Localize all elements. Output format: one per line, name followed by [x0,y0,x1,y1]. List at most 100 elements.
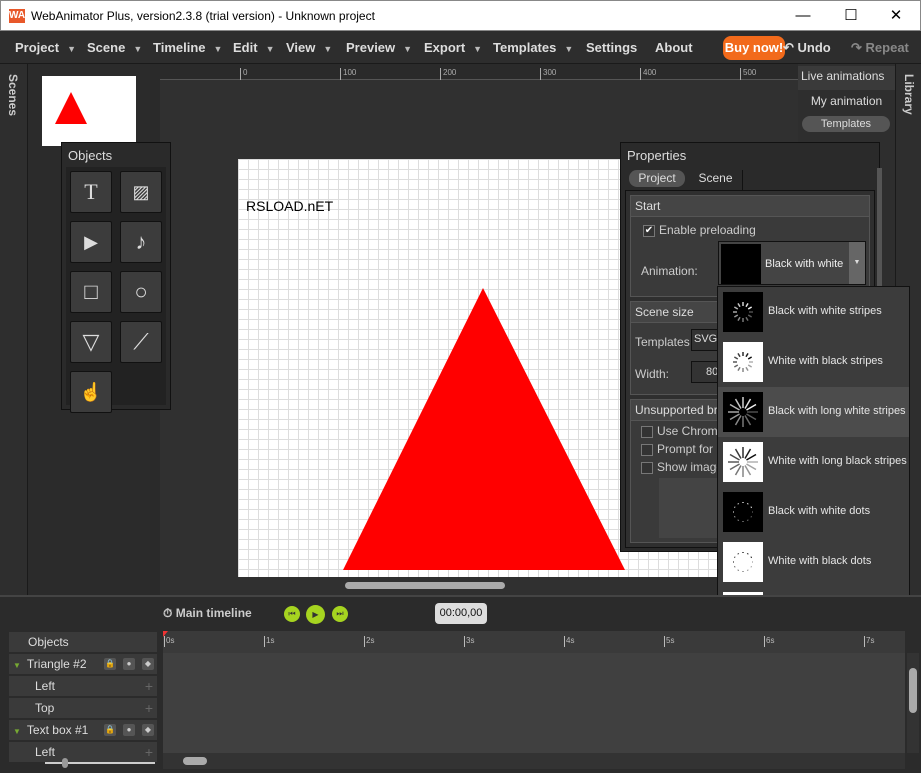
eye-icon[interactable]: ● [123,658,135,670]
templates-label: Templates [635,335,690,349]
image-tool-icon[interactable]: ▨ [120,171,162,213]
timeline-horizontal-scrollbar[interactable] [163,753,905,769]
main-timeline-label: ⏱ Main timeline [163,606,252,620]
keyframe-icon[interactable]: ◆ [142,658,154,670]
video-tool-icon[interactable]: ▶ [70,221,112,263]
menu-export[interactable]: Export ▼ [424,40,482,55]
timeline-vertical-scrollbar[interactable] [907,653,919,753]
chevron-down-icon[interactable]: ▼ [849,242,865,284]
objects-panel: Objects T ▨ ▶ ♪ □ ○ ▽ ⟋ ☝ [61,142,171,413]
lock-icon[interactable]: 🔒 [104,724,116,736]
scenes-label: Scenes [6,74,20,117]
keyframe-icon[interactable]: ◆ [142,724,154,736]
start-header: Start [631,196,869,217]
ruler-tick: 200 [440,68,456,80]
timeline-object-row[interactable]: ▼ Triangle #2 🔒 ● ◆ [9,654,157,674]
close-button[interactable]: ✕ [876,5,916,27]
use-chrome-checkbox[interactable]: Use Chrome [641,424,724,438]
line-tool-icon[interactable]: ⟋ [120,321,162,363]
animation-dropdown-list: Black with white stripes White with black… [717,286,910,637]
show-image-checkbox[interactable]: Show image [641,460,723,474]
spinner-preview-icon [723,392,763,432]
ruler-tick: 0 [240,68,247,80]
canvas-horizontal-scrollbar[interactable] [345,582,505,589]
play-button[interactable]: ▶ [306,605,325,624]
horizontal-ruler: 0 100 200 300 400 500 [160,64,798,80]
width-label: Width: [635,367,670,381]
time-display: 00:00,00 [435,603,487,624]
property-name: Left [35,679,56,693]
animation-option-label: White with black dots [768,555,872,567]
menu-scene[interactable]: Scene ▼ [87,40,142,55]
triangle-tool-icon[interactable]: ▽ [70,321,112,363]
animation-select[interactable]: Black with white ▼ [718,241,866,285]
timeline-tick: 3s [464,636,475,647]
eye-icon[interactable]: ● [123,724,135,736]
add-keyframe-icon[interactable]: + [145,676,153,696]
animation-option[interactable]: Black with white stripes [718,287,909,337]
animation-option-label: White with long black stripes [768,455,907,467]
circle-tool-icon[interactable]: ○ [120,271,162,313]
minimize-button[interactable]: — [783,5,823,27]
lock-icon[interactable]: 🔒 [104,658,116,670]
ruler-tick: 400 [640,68,656,80]
timeline-tracks[interactable] [163,653,905,753]
menu-edit[interactable]: Edit ▼ [233,40,274,55]
animation-option-label: Black with white stripes [768,305,882,317]
animation-option[interactable]: Black with long white stripes [718,387,909,437]
triangle-2 [343,288,625,570]
tab-scene[interactable]: Scene [689,170,743,190]
property-name: Left [35,745,56,759]
menu-templates[interactable]: Templates ▼ [493,40,573,55]
spinner-preview-icon [723,542,763,582]
timeline-tick: 7s [864,636,875,647]
title-bar: WA WebAnimator Plus, version2.3.8 (trial… [0,0,921,31]
undo-icon: ↶ [783,40,794,55]
library-label: Library [902,74,916,115]
repeat-button[interactable]: ↷ Repeat [851,40,909,56]
menu-about[interactable]: About [655,40,693,55]
hand-tool-icon[interactable]: ☝ [70,371,112,413]
scene-thumbnail[interactable] [42,76,136,146]
timeline-property-row[interactable]: Left + [9,676,157,696]
add-keyframe-icon[interactable]: + [145,698,153,718]
timeline-tick: 4s [564,636,575,647]
zoom-slider[interactable] [45,758,155,768]
objects-panel-title: Objects [68,148,113,163]
forward-button[interactable]: ⏭ [332,606,348,622]
expand-arrow-icon[interactable]: ▼ [13,661,21,670]
menu-project[interactable]: Project ▼ [15,40,76,55]
maximize-button[interactable]: ☐ [831,5,871,27]
my-animation-item[interactable]: My animation [798,94,895,108]
spinner-preview-icon [721,244,761,284]
spinner-preview-icon [723,492,763,532]
menu-view[interactable]: View ▼ [286,40,332,55]
animation-option[interactable]: Black with white dots [718,487,909,537]
animation-option[interactable]: White with black stripes [718,337,909,387]
animation-option[interactable]: White with black dots [718,537,909,587]
menu-preview[interactable]: Preview ▼ [346,40,412,55]
text-tool-icon[interactable]: T [70,171,112,213]
tab-project[interactable]: Project [629,170,685,187]
rewind-button[interactable]: ⏮ [284,606,300,622]
live-animations-tab[interactable]: Live animations [798,66,895,90]
rectangle-tool-icon[interactable]: □ [70,271,112,313]
enable-preloading-checkbox[interactable]: ✔ Enable preloading [643,223,756,237]
expand-arrow-icon[interactable]: ▼ [13,727,21,736]
timeline-tick: 2s [364,636,375,647]
timeline-property-row[interactable]: Top + [9,698,157,718]
undo-button[interactable]: ↶ Undo [783,40,831,56]
scenes-sidebar[interactable]: Scenes [0,64,28,595]
animation-option[interactable]: White with long black stripes [718,437,909,487]
menu-settings[interactable]: Settings [586,40,637,55]
animation-selected-value: Black with white [765,258,844,270]
timeline-property-row[interactable]: Left + [9,742,157,762]
buy-now-button[interactable]: Buy now! [723,36,785,60]
prompt-checkbox[interactable]: Prompt for C [641,442,725,456]
audio-tool-icon[interactable]: ♪ [120,221,162,263]
templates-button[interactable]: Templates [802,116,890,132]
menu-timeline[interactable]: Timeline ▼ [153,40,222,55]
timeline-object-row[interactable]: ▼ Text box #1 🔒 ● ◆ [9,720,157,740]
object-name: Text box #1 [26,723,89,737]
add-keyframe-icon[interactable]: + [145,742,153,762]
